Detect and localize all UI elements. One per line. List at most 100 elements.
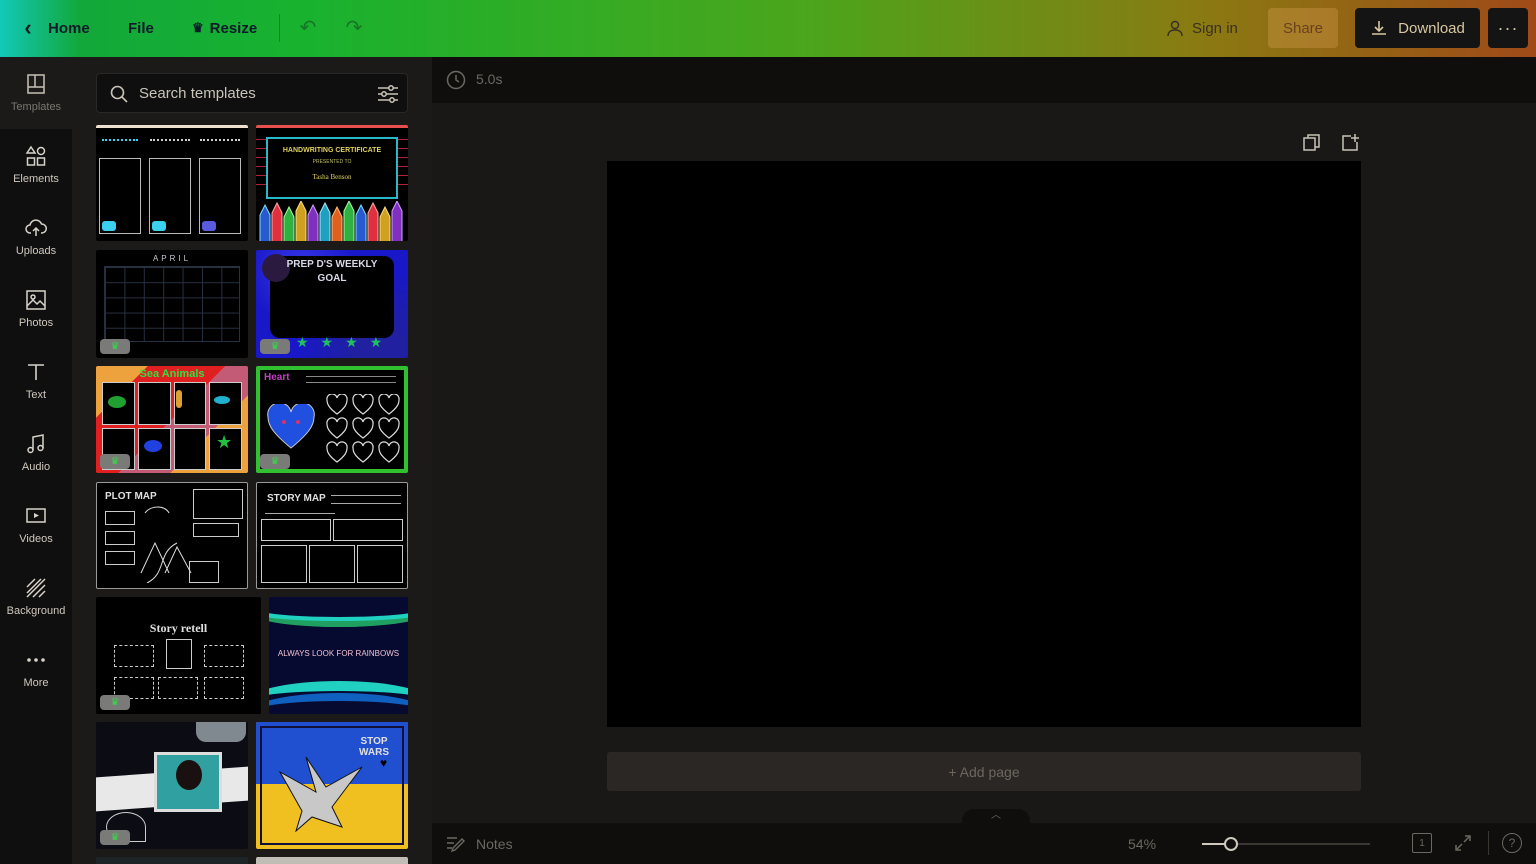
sign-in-button[interactable]: Sign in [1166,14,1238,42]
rail-label: More [23,677,49,689]
certificate-name: Tasha Benson [312,173,352,181]
elements-icon [25,145,46,166]
certificate-title: HANDWRITING CERTIFICATE [282,147,382,154]
rainbows-title: ALWAYS LOOK FOR RAINBOWS [277,649,400,658]
rail-label: Uploads [15,245,57,257]
template-thumb-weekly-goal[interactable]: PREP D'S WEEKLY GOAL ★★★★ ♛ [256,250,408,358]
notes-pencil-icon [447,837,465,853]
template-thumb-april-calendar[interactable]: APRIL ♛ [96,250,248,358]
template-thumb-story-retell[interactable]: Story retell ♛ [96,597,261,714]
search-box [96,73,408,113]
timer-bar: 5.0s [432,57,1536,103]
story-retell-title: Story retell [149,621,208,635]
add-page-button[interactable]: + Add page [607,752,1361,791]
sea-animals-title: Sea Animals [139,368,205,380]
heart-title: Heart [264,372,290,383]
sign-in-label: Sign in [1192,19,1238,37]
rail-item-photos[interactable]: Photos [0,273,72,345]
template-thumb-partial-left[interactable] [96,857,248,864]
page-count-button[interactable]: 1 [1412,833,1432,853]
zoom-percentage[interactable]: 54% [1128,836,1156,852]
bottom-bar: Notes 54% 1 ? [432,823,1536,864]
template-thumb-photo-collage[interactable]: ♛ [96,722,248,849]
template-thumb-heart[interactable]: Heart ♛ [256,366,408,473]
templates-panel: HANDWRITING CERTIFICATE PRESENTED TO Tas… [72,57,432,864]
premium-badge: ♛ [100,695,130,710]
template-thumb-sea-animals[interactable]: Sea Animals ★ ♛ [96,366,248,473]
template-thumb-story-map[interactable]: STORY MAP [256,482,408,589]
music-note-icon [27,434,44,454]
add-page-icon[interactable] [1340,133,1360,153]
more-options-button[interactable]: ··· [1488,8,1528,48]
help-button[interactable]: ? [1502,833,1522,853]
template-thumb-plot-map[interactable]: PLOT MAP [96,482,248,589]
download-button[interactable]: Download [1355,8,1480,48]
rail-item-templates[interactable]: Templates [0,57,72,129]
pencils-illustration [259,201,403,241]
more-dots-icon [27,658,45,662]
dove-illustration [278,756,363,832]
download-icon [1372,21,1387,35]
weekly-goal-title: PREP D'S WEEKLY GOAL [286,259,378,284]
rail-item-text[interactable]: Text [0,345,72,417]
resize-button[interactable]: ♛ Resize [192,14,257,42]
notes-label: Notes [476,836,513,852]
duplicate-page-icon[interactable] [1302,133,1322,153]
heart-icon: ♥ [380,756,388,770]
notes-button[interactable]: Notes [446,835,513,853]
clock-icon[interactable] [446,70,466,90]
home-button[interactable]: Home [48,14,90,42]
story-map-title: STORY MAP [267,493,326,504]
resize-label: Resize [209,19,258,37]
upload-cloud-icon [25,219,47,236]
side-rail: Templates Elements Uploads Photos Text A… [0,57,72,864]
undo-icon[interactable]: ↶ [296,16,320,40]
text-t-icon [28,364,44,380]
rail-label: Background [6,605,66,617]
rail-item-more[interactable]: More [0,633,72,705]
toolbar-divider [279,14,280,42]
fullscreen-icon[interactable] [1453,833,1473,853]
template-thumb-three-columns[interactable] [96,125,248,241]
april-title: APRIL [152,254,192,263]
certificate-subtitle: PRESENTED TO [312,159,352,165]
search-icon [110,85,128,103]
background-stripes-icon [26,578,46,598]
search-input[interactable] [139,74,369,112]
templates-icon [27,74,45,94]
rail-item-audio[interactable]: Audio [0,417,72,489]
rail-label: Templates [10,101,62,113]
canvas-area: 5.0s + Add page ︿ Notes 54% 1 ? [432,57,1536,864]
design-page[interactable] [607,161,1361,727]
show-pages-chevron-icon[interactable]: ︿ [962,809,1030,823]
photo-icon [26,290,46,310]
template-thumb-handwriting-certificate[interactable]: HANDWRITING CERTIFICATE PRESENTED TO Tas… [256,125,408,241]
premium-badge: ♛ [260,454,290,469]
template-thumb-stop-wars[interactable]: STOP WARS ♥ [256,722,408,849]
bottom-divider [1488,831,1489,855]
rail-label: Text [25,389,47,401]
rail-item-videos[interactable]: Videos [0,489,72,561]
user-icon [1167,20,1183,37]
mountain-path-illustration [140,506,192,583]
timer-duration[interactable]: 5.0s [476,71,502,87]
rail-item-elements[interactable]: Elements [0,129,72,201]
share-button[interactable]: Share [1268,8,1338,48]
rail-item-background[interactable]: Background [0,561,72,633]
rail-item-uploads[interactable]: Uploads [0,201,72,273]
blue-heart-illustration [267,404,315,449]
rail-label: Audio [21,461,51,473]
premium-badge: ♛ [100,339,130,354]
stars-decoration: ★★★★ [296,334,395,350]
redo-icon[interactable]: ↷ [342,16,366,40]
zoom-slider-handle[interactable] [1224,837,1238,851]
template-thumb-rainbows[interactable]: ALWAYS LOOK FOR RAINBOWS [269,597,408,714]
back-chevron-icon[interactable]: ‹ [14,14,42,42]
file-menu-button[interactable]: File [128,14,154,42]
filter-sliders-icon[interactable] [377,84,399,104]
template-thumb-partial-right[interactable] [256,857,408,864]
video-icon [26,508,46,523]
heart-grid-illustration [326,394,400,463]
download-label: Download [1398,19,1465,37]
premium-badge: ♛ [260,339,290,354]
